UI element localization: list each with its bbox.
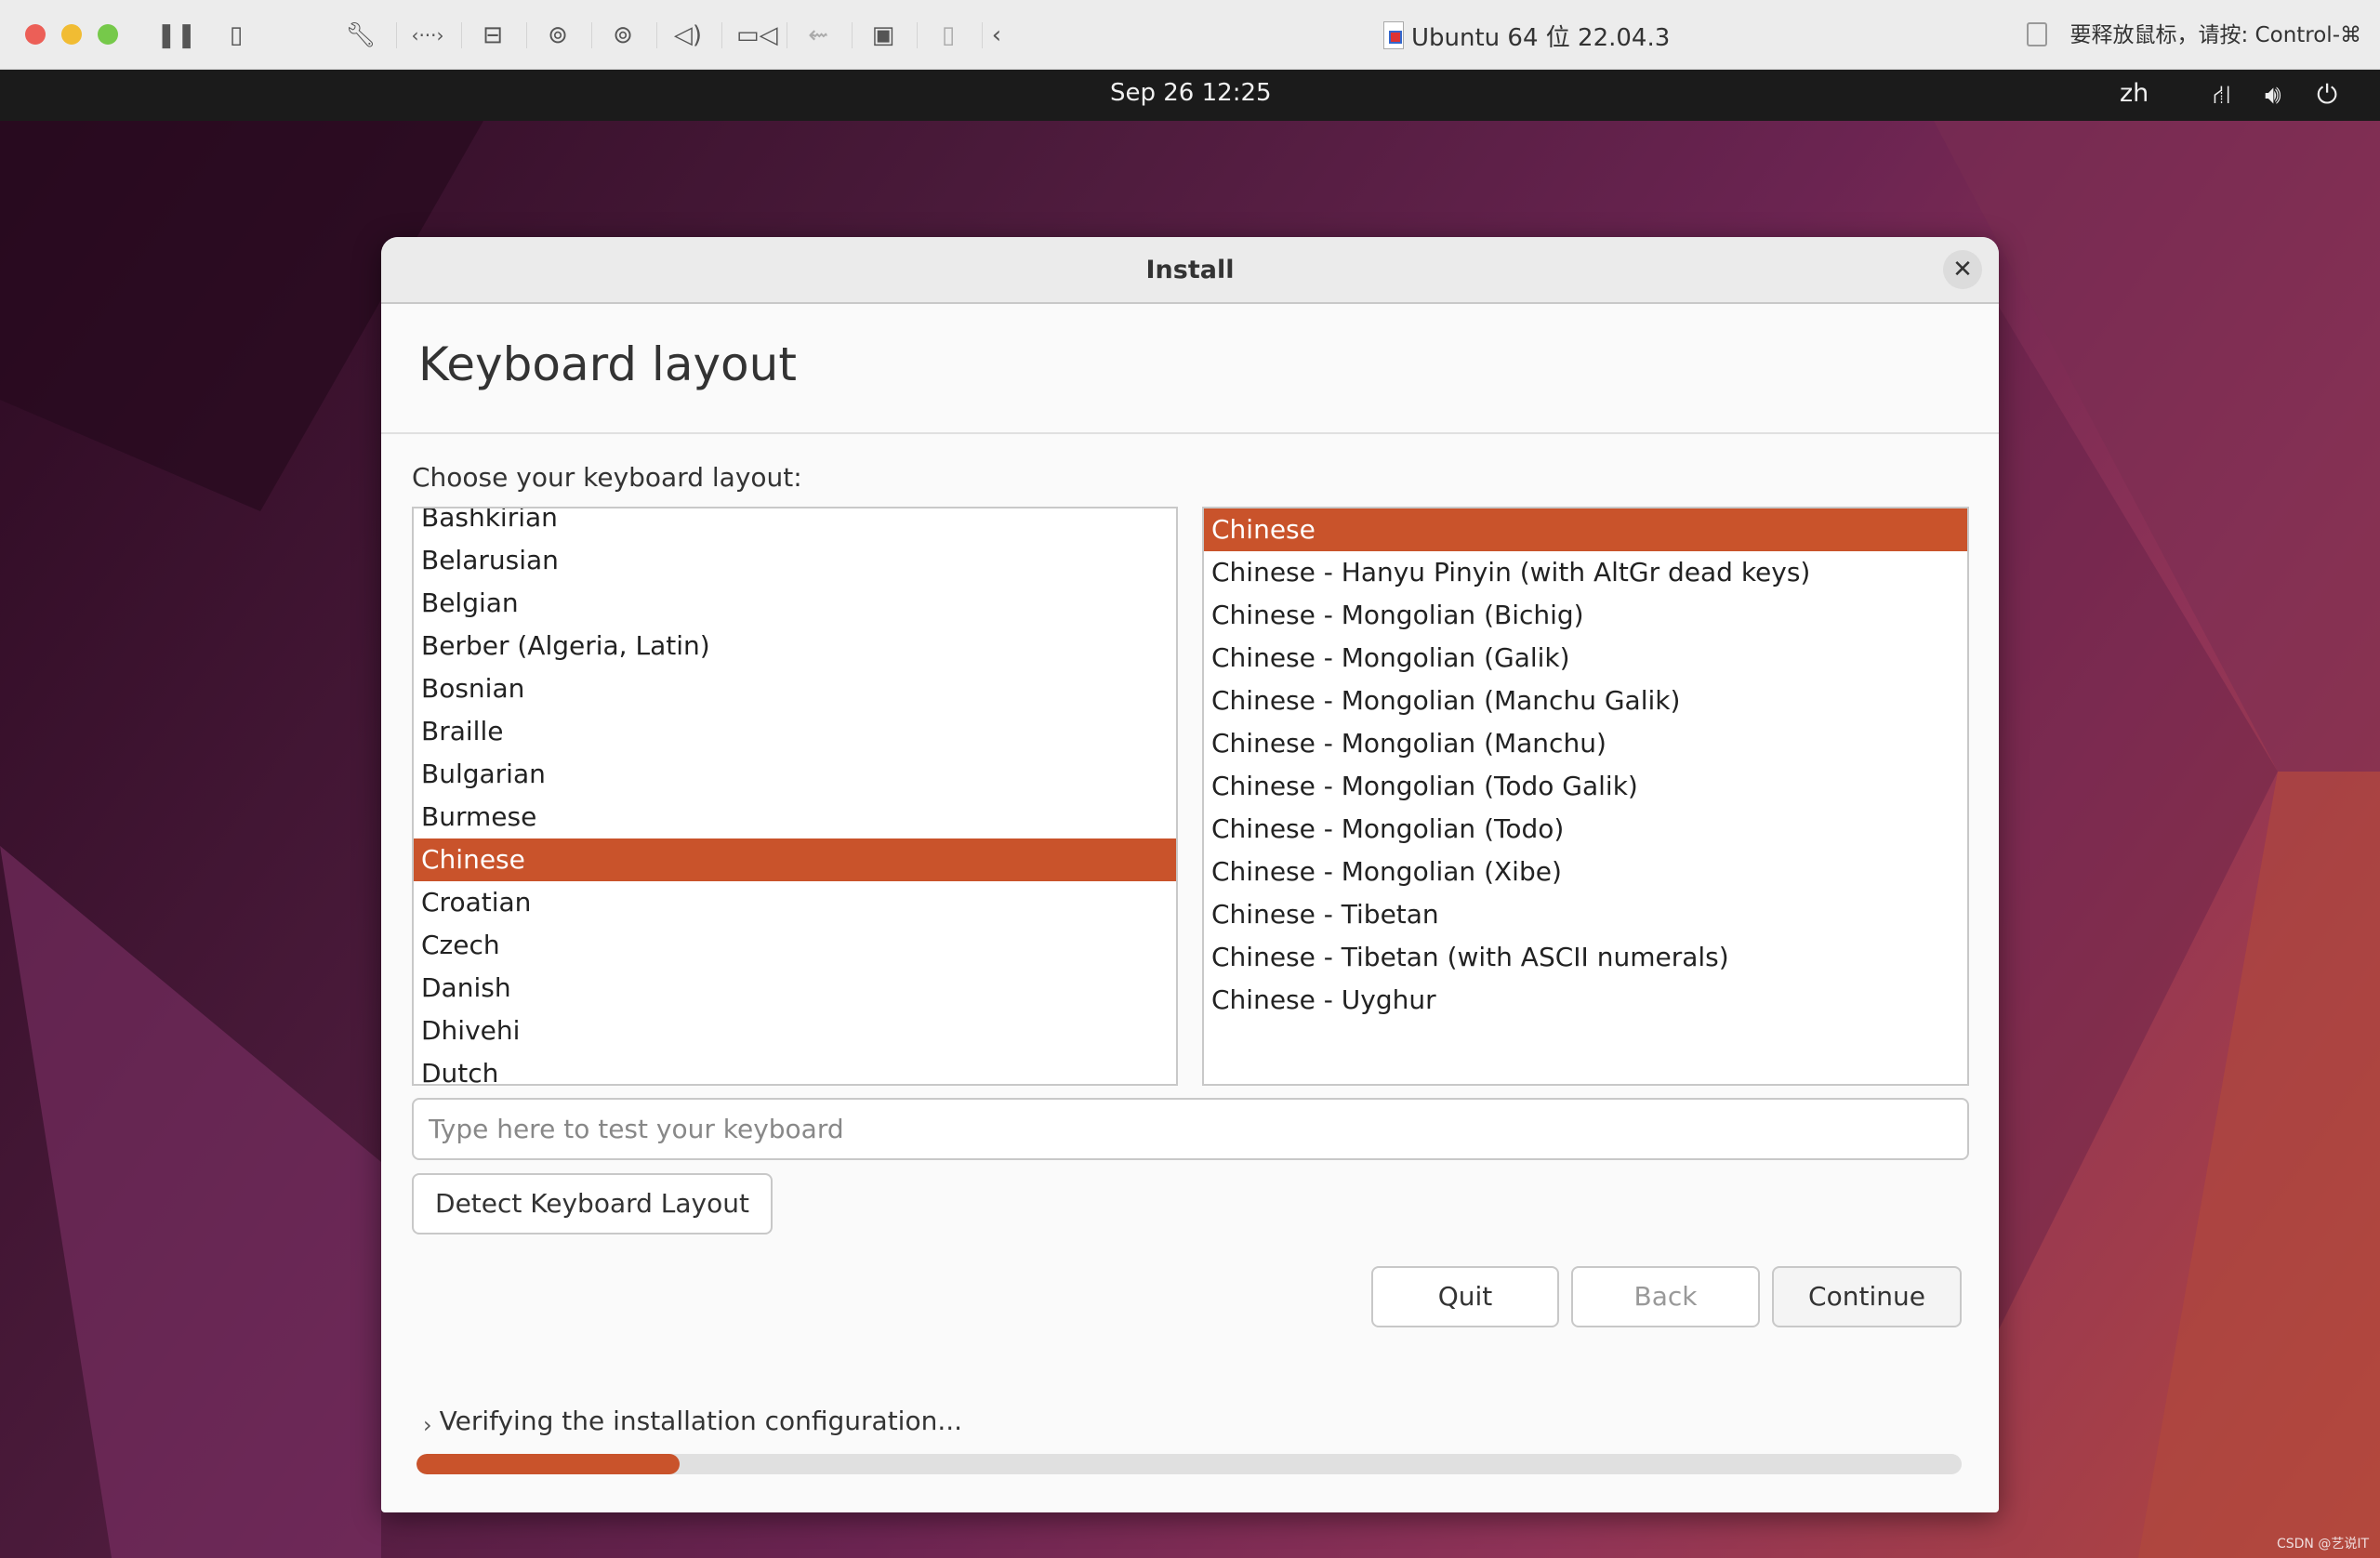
usb-icon[interactable]: ⇜ xyxy=(801,19,835,52)
sound-icon[interactable]: ◁) xyxy=(671,19,705,52)
dialog-close-button[interactable]: ✕ xyxy=(1943,250,1982,289)
back-button[interactable]: Back xyxy=(1571,1266,1760,1327)
toolbar-separator xyxy=(852,22,853,48)
variant-list-item[interactable]: Chinese xyxy=(1204,508,1967,551)
settings-wrench-icon[interactable]: 🔧︎ xyxy=(344,19,377,52)
variant-list-item[interactable]: Chinese - Mongolian (Bichig) xyxy=(1204,594,1967,637)
vm-window-toolbar: ❚❚ ▯ 🔧︎ ‹···› ⊟ ⊚ ⊚ ◁) ▭◁ ⇜ ▣ ▯ ‹ Ubuntu… xyxy=(0,0,2380,70)
layout-list-item[interactable]: Bashkirian xyxy=(414,508,1176,539)
detect-keyboard-layout-button[interactable]: Detect Keyboard Layout xyxy=(412,1173,773,1235)
layout-list-item[interactable]: Croatian xyxy=(414,881,1176,924)
layout-list-item[interactable]: Danish xyxy=(414,967,1176,1010)
layout-list-item[interactable]: Burmese xyxy=(414,796,1176,838)
toolbar-separator xyxy=(656,22,657,48)
layout-list-item[interactable]: Belgian xyxy=(414,582,1176,625)
network-adapter-icon[interactable]: ‹···› xyxy=(411,19,444,52)
layout-list-items: Bashkirian Belarusian Belgian Berber (Alger… xyxy=(414,508,1176,1084)
toolbar-separator xyxy=(396,22,397,48)
snapshot-icon[interactable]: ▯ xyxy=(219,19,253,52)
power-icon[interactable]: ⏻ xyxy=(2317,79,2337,111)
variant-list-items: Chinese Chinese - Hanyu Pinyin (with AltG… xyxy=(1204,508,1967,1022)
variant-list-item[interactable]: Chinese - Mongolian (Galik) xyxy=(1204,637,1967,680)
layout-list-item[interactable]: Berber (Algeria, Latin) xyxy=(414,625,1176,667)
dialog-title: Install xyxy=(1145,256,1235,284)
cd-dvd-2-icon[interactable]: ⊚ xyxy=(606,19,640,52)
close-window-button[interactable] xyxy=(25,24,46,45)
toolbar-separator xyxy=(461,22,462,48)
release-mouse-hint: 要释放鼠标，请按: Control-⌘ xyxy=(2069,23,2362,47)
variant-list-item[interactable]: Chinese - Tibetan (with ASCII numerals) xyxy=(1204,936,1967,979)
variant-list[interactable]: Chinese Chinese - Hanyu Pinyin (with AltG… xyxy=(1202,507,1969,1086)
variant-list-item[interactable]: Chinese - Mongolian (Manchu Galik) xyxy=(1204,680,1967,722)
variant-list-item[interactable]: Chinese - Mongolian (Todo Galik) xyxy=(1204,765,1967,808)
zoom-window-button[interactable] xyxy=(98,24,118,45)
variant-list-item[interactable]: Chinese - Mongolian (Xibe) xyxy=(1204,851,1967,893)
floppy-icon[interactable]: ▣ xyxy=(866,19,900,52)
toolbar-separator xyxy=(917,22,918,48)
variant-list-item[interactable]: Chinese - Mongolian (Manchu) xyxy=(1204,722,1967,765)
layout-list-item[interactable]: Chinese xyxy=(414,838,1176,881)
variant-list-item[interactable]: Chinese - Hanyu Pinyin (with AltGr dead … xyxy=(1204,551,1967,594)
install-dialog: Install ✕ Keyboard layout Choose your ke… xyxy=(381,237,1999,1512)
vm-document-icon xyxy=(1383,21,1404,49)
page-title: Keyboard layout xyxy=(418,337,797,391)
copy-icon[interactable] xyxy=(2027,22,2047,46)
layout-list[interactable]: Bashkirian Belarusian Belgian Berber (Alger… xyxy=(412,507,1178,1086)
hard-disk-icon[interactable]: ⊟ xyxy=(476,19,509,52)
dialog-header: Install ✕ xyxy=(381,237,1999,304)
cd-dvd-icon[interactable]: ⊚ xyxy=(541,19,575,52)
layout-list-item[interactable]: Dutch xyxy=(414,1052,1176,1084)
status-text: Verifying the installation configuration… xyxy=(439,1405,963,1436)
watermark: CSDN @艺说IT xyxy=(2276,1537,2369,1551)
layout-list-item[interactable]: Braille xyxy=(414,710,1176,753)
camera-icon[interactable]: ▭◁ xyxy=(736,19,778,52)
install-status: › Verifying the installation configurati… xyxy=(423,1403,963,1439)
layout-list-item[interactable]: Dhivehi xyxy=(414,1010,1176,1052)
progress-fill xyxy=(416,1454,680,1474)
variant-list-item[interactable]: Chinese - Mongolian (Todo) xyxy=(1204,808,1967,851)
shared-folder-icon[interactable]: ▯ xyxy=(932,19,965,52)
minimize-window-button[interactable] xyxy=(61,24,82,45)
volume-icon[interactable]: 🔊︎ xyxy=(2265,79,2281,111)
layout-list-item[interactable]: Czech xyxy=(414,924,1176,967)
divider xyxy=(381,432,1999,434)
quit-button[interactable]: Quit xyxy=(1371,1266,1559,1327)
clock[interactable]: Sep 26 12:25 xyxy=(1110,79,1272,107)
vm-title: Ubuntu 64 位 22.04.3 xyxy=(1383,17,1670,54)
continue-button[interactable]: Continue xyxy=(1772,1266,1962,1327)
variant-list-item[interactable]: Chinese - Tibetan xyxy=(1204,893,1967,936)
variant-list-item[interactable]: Chinese - Uyghur xyxy=(1204,979,1967,1022)
keyboard-test-input[interactable] xyxy=(412,1098,1969,1160)
network-icon[interactable]: ⛙ xyxy=(2213,79,2231,113)
toolbar-separator xyxy=(721,22,722,48)
layout-list-item[interactable]: Bulgarian xyxy=(414,753,1176,796)
pause-icon[interactable]: ❚❚ xyxy=(156,19,197,52)
vm-title-text: Ubuntu 64 位 22.04.3 xyxy=(1411,23,1671,52)
collapse-chevron-icon[interactable]: ‹ xyxy=(980,19,1013,52)
close-icon: ✕ xyxy=(1952,256,1973,284)
layout-list-item[interactable]: Belarusian xyxy=(414,539,1176,582)
ubuntu-top-bar: Sep 26 12:25 zh ⛙ 🔊︎ ⏻ xyxy=(0,70,2380,121)
input-method-indicator[interactable]: zh xyxy=(2120,79,2149,108)
choose-layout-label: Choose your keyboard layout: xyxy=(412,462,802,493)
toolbar-separator xyxy=(526,22,527,48)
layout-list-item[interactable]: Bosnian xyxy=(414,667,1176,710)
expander-chevron-icon[interactable]: › xyxy=(423,1412,432,1438)
install-progress-bar xyxy=(416,1454,1962,1474)
toolbar-separator xyxy=(591,22,592,48)
